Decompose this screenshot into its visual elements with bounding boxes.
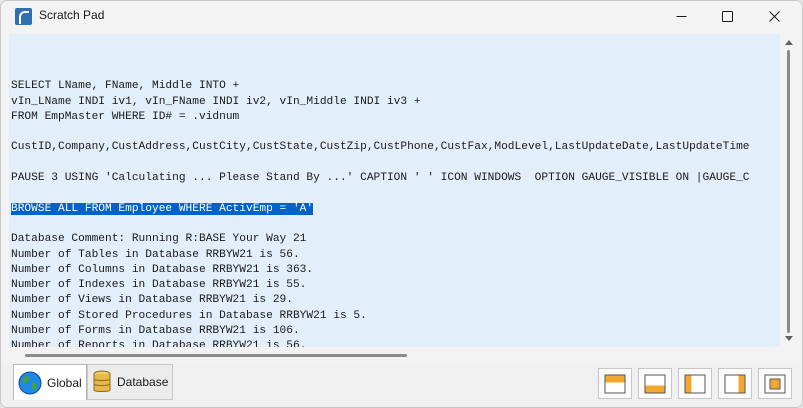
text-line-content: Number of Forms in Database RRBYW21 is 1… bbox=[11, 325, 300, 338]
text-line[interactable]: Number of Stored Procedures in Database … bbox=[11, 309, 750, 324]
dock-float-button[interactable] bbox=[758, 368, 792, 399]
text-line[interactable] bbox=[11, 156, 750, 171]
text-line-content: Number of Indexes in Database RRBYW21 is… bbox=[11, 279, 307, 292]
dock-top-button[interactable] bbox=[598, 368, 632, 399]
tab-global[interactable]: Global bbox=[13, 364, 87, 400]
tab-global-label: Global bbox=[47, 375, 82, 390]
database-icon bbox=[93, 370, 111, 392]
scratch-pad-editor[interactable]: SELECT LName, FName, Middle INTO + vIn_LN… bbox=[9, 34, 780, 347]
dock-bottom-icon bbox=[644, 374, 666, 393]
globe-icon bbox=[18, 371, 42, 394]
text-line[interactable]: FROM EmpMaster WHERE ID# = .vidnum bbox=[11, 110, 750, 125]
text-line[interactable]: CustID,Company,CustAddress,CustCity,Cust… bbox=[11, 140, 750, 155]
text-line[interactable]: Number of Tables in Database RRBYW21 is … bbox=[11, 248, 750, 263]
text-line-content: SELECT LName, FName, Middle INTO + bbox=[11, 80, 240, 93]
horizontal-scrollbar[interactable] bbox=[9, 349, 780, 361]
dock-left-button[interactable] bbox=[678, 368, 712, 399]
text-line[interactable]: Number of Indexes in Database RRBYW21 is… bbox=[11, 278, 750, 293]
close-button[interactable] bbox=[751, 1, 797, 32]
close-icon bbox=[768, 11, 780, 22]
text-line-content: CustID,Company,CustAddress,CustCity,Cust… bbox=[11, 141, 750, 154]
text-line-content: Number of Columns in Database RRBYW21 is… bbox=[11, 263, 314, 276]
text-line[interactable] bbox=[11, 186, 750, 201]
tab-database[interactable]: Database bbox=[87, 364, 173, 400]
text-line[interactable]: SELECT LName, FName, Middle INTO + bbox=[11, 79, 750, 94]
tab-database-label: Database bbox=[117, 375, 169, 389]
editor-lines: SELECT LName, FName, Middle INTO + vIn_LN… bbox=[11, 64, 750, 347]
text-line[interactable]: PAUSE 3 USING 'Calculating ... Please St… bbox=[11, 171, 750, 186]
app-icon bbox=[15, 8, 32, 25]
dock-float-icon bbox=[764, 374, 786, 393]
text-line[interactable] bbox=[11, 125, 750, 140]
dock-bottom-button[interactable] bbox=[638, 368, 672, 399]
text-line-content: Number of Views in Database RRBYW21 is 2… bbox=[11, 294, 293, 307]
maximize-button[interactable] bbox=[704, 1, 750, 32]
dock-left-icon bbox=[684, 374, 706, 393]
dock-top-icon bbox=[604, 374, 626, 393]
maximize-icon bbox=[721, 11, 733, 22]
dock-right-button[interactable] bbox=[718, 368, 752, 399]
text-line[interactable]: Database Comment: Running R:BASE Your Wa… bbox=[11, 232, 750, 247]
minimize-button[interactable] bbox=[658, 1, 704, 32]
minimize-icon bbox=[676, 16, 686, 17]
dock-right-icon bbox=[724, 374, 746, 393]
vertical-scroll-thumb[interactable] bbox=[787, 50, 790, 333]
text-line[interactable] bbox=[11, 217, 750, 232]
text-line[interactable]: Number of Reports in Database RRBYW21 is… bbox=[11, 339, 750, 347]
scratch-pad-window: Scratch Pad SELECT LName, FName, Middle … bbox=[0, 0, 803, 408]
text-line-content: Database Comment: Running R:BASE Your Wa… bbox=[11, 233, 307, 246]
scroll-down-arrow-icon[interactable] bbox=[785, 336, 793, 341]
text-line-content: Number of Stored Procedures in Database … bbox=[11, 309, 367, 322]
text-line-content: BROWSE ALL FROM Employee WHERE ActivEmp … bbox=[11, 202, 314, 215]
tab-bar: Global Database bbox=[1, 363, 802, 407]
scroll-up-arrow-icon[interactable] bbox=[785, 40, 793, 45]
title-bar[interactable]: Scratch Pad bbox=[1, 1, 802, 32]
text-line-content: PAUSE 3 USING 'Calculating ... Please St… bbox=[11, 172, 750, 185]
text-line[interactable]: Number of Forms in Database RRBYW21 is 1… bbox=[11, 324, 750, 339]
selected-text-line[interactable]: BROWSE ALL FROM Employee WHERE ActivEmp … bbox=[11, 202, 750, 217]
text-line-content: vIn_LName INDI iv1, vIn_FName INDI iv2, … bbox=[11, 95, 421, 108]
vertical-scrollbar[interactable] bbox=[782, 34, 796, 347]
text-line-content: FROM EmpMaster WHERE ID# = .vidnum bbox=[11, 110, 240, 123]
text-line-content: Number of Tables in Database RRBYW21 is … bbox=[11, 248, 300, 261]
text-line[interactable]: Number of Views in Database RRBYW21 is 2… bbox=[11, 293, 750, 308]
horizontal-scroll-thumb[interactable] bbox=[25, 354, 407, 357]
window-title: Scratch Pad bbox=[39, 8, 105, 22]
text-line[interactable] bbox=[11, 64, 750, 79]
text-line[interactable]: vIn_LName INDI iv1, vIn_FName INDI iv2, … bbox=[11, 95, 750, 110]
text-line[interactable]: Number of Columns in Database RRBYW21 is… bbox=[11, 263, 750, 278]
text-line-content: Number of Reports in Database RRBYW21 is… bbox=[11, 340, 307, 347]
